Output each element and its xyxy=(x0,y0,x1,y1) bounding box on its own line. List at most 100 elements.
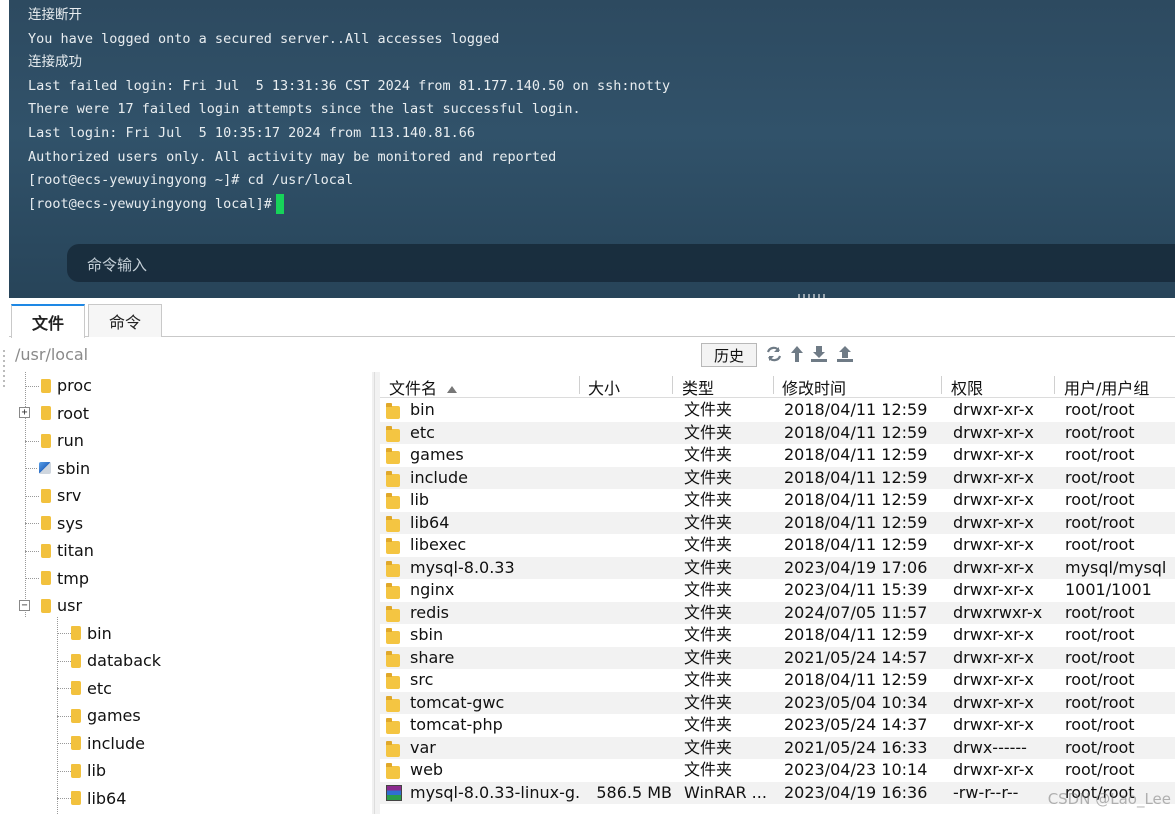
file-owner: root/root xyxy=(1065,422,1135,442)
file-permissions: drwxr-xr-x xyxy=(953,422,1034,442)
file-modified: 2023/04/23 10:14 xyxy=(784,760,928,779)
tree-item[interactable]: srv xyxy=(41,482,81,510)
tree-item-label: etc xyxy=(87,678,112,698)
table-row[interactable]: mysql-8.0.33 文件夹 2023/04/19 17:06 drwxr-… xyxy=(380,556,1175,580)
file-permissions: drwxrwxr-x xyxy=(953,602,1043,622)
table-row[interactable]: redis 文件夹 2024/07/05 11:57 drwxrwxr-x ro… xyxy=(380,601,1175,624)
file-size xyxy=(580,759,672,782)
column-header-type[interactable]: 类型 xyxy=(682,375,714,399)
table-row[interactable]: tomcat-gwc 文件夹 2023/05/04 10:34 drwxr-xr… xyxy=(380,691,1175,714)
file-name: tomcat-gwc xyxy=(410,692,505,712)
column-separator[interactable] xyxy=(1054,376,1055,394)
tree-item-label: sbin xyxy=(57,458,91,478)
file-name: nginx xyxy=(410,580,455,599)
terminal-cursor xyxy=(275,193,284,214)
column-separator[interactable] xyxy=(773,376,774,394)
file-owner: root/root xyxy=(1065,625,1135,644)
tree-item[interactable]: lib xyxy=(71,757,106,785)
file-modified: 2018/04/11 12:59 xyxy=(784,512,928,532)
file-size xyxy=(580,737,672,760)
tree-item[interactable]: sbin xyxy=(39,455,90,483)
table-row[interactable]: src 文件夹 2018/04/11 12:59 drwxr-xr-x root… xyxy=(380,669,1175,692)
file-owner: root/root xyxy=(1065,467,1135,487)
file-list[interactable]: 文件名 大小 类型 修改时间 权限 用户/用户组 bin 文件夹 2018/04… xyxy=(380,372,1175,814)
tree-guide xyxy=(25,523,39,524)
terminal-panel[interactable]: 连接断开 You have logged onto a secured serv… xyxy=(0,0,1175,298)
column-header-owner[interactable]: 用户/用户组 xyxy=(1064,375,1149,399)
table-row[interactable]: nginx 文件夹 2023/04/11 15:39 drwxr-xr-x 10… xyxy=(380,579,1175,602)
folder-icon xyxy=(41,598,51,613)
tree-item[interactable]: tmp xyxy=(41,565,89,593)
tree-item[interactable]: bin xyxy=(71,620,112,648)
tree-guide xyxy=(57,743,71,744)
history-button[interactable]: 历史 xyxy=(701,343,757,367)
tree-guide xyxy=(25,441,39,442)
file-modified: 2018/04/11 12:59 xyxy=(784,445,928,464)
tree-item[interactable]: usr xyxy=(41,592,82,620)
column-header-modified[interactable]: 修改时间 xyxy=(782,375,846,399)
tree-item[interactable]: lib64 xyxy=(71,785,126,813)
file-name: bin xyxy=(410,400,435,419)
tree-guide xyxy=(57,771,71,772)
command-input-bar[interactable]: 命令输入 xyxy=(67,244,1175,282)
tree-item[interactable]: sys xyxy=(41,510,83,538)
table-row[interactable]: sbin 文件夹 2018/04/11 12:59 drwxr-xr-x roo… xyxy=(380,624,1175,647)
folder-icon xyxy=(386,650,400,667)
table-row[interactable]: share 文件夹 2021/05/24 14:57 drwxr-xr-x ro… xyxy=(380,646,1175,669)
column-header-name[interactable]: 文件名 xyxy=(389,375,458,399)
tab-file[interactable]: 文件 xyxy=(11,304,85,338)
left-edge-handle[interactable] xyxy=(3,350,5,390)
splitter-handle[interactable] xyxy=(798,294,828,298)
command-input[interactable]: 命令输入 xyxy=(87,254,147,275)
file-permissions: drwxr-xr-x xyxy=(953,445,1034,464)
file-type: 文件夹 xyxy=(684,715,733,734)
tree-item[interactable]: etc xyxy=(71,675,112,703)
upload-icon[interactable] xyxy=(835,344,855,364)
directory-tree[interactable]: proc + root run sbin srv sys titan tmp −… xyxy=(9,372,375,814)
column-separator[interactable] xyxy=(579,376,580,394)
tree-item[interactable]: databack xyxy=(71,647,161,675)
file-type: 文件夹 xyxy=(684,580,733,599)
column-header-label: 文件名 xyxy=(389,379,438,398)
arrow-up-icon[interactable] xyxy=(787,344,807,364)
path-input[interactable]: /usr/local xyxy=(15,345,88,364)
file-name: lib xyxy=(410,490,430,509)
column-header-permissions[interactable]: 权限 xyxy=(951,375,983,399)
file-type: 文件夹 xyxy=(684,535,733,554)
tree-item[interactable]: run xyxy=(41,427,84,455)
collapse-icon[interactable]: − xyxy=(19,600,30,611)
file-size xyxy=(580,557,672,580)
file-size xyxy=(580,534,672,557)
tree-item-label: titan xyxy=(57,541,94,561)
table-row[interactable]: lib64 文件夹 2018/04/11 12:59 drwxr-xr-x ro… xyxy=(380,511,1175,534)
folder-icon xyxy=(386,470,400,487)
tree-item[interactable]: include xyxy=(71,730,145,758)
tree-guide xyxy=(57,716,71,717)
download-icon[interactable] xyxy=(809,344,829,364)
column-header-size[interactable]: 大小 xyxy=(588,375,620,399)
tree-item[interactable]: titan xyxy=(41,537,94,565)
tab-command[interactable]: 命令 xyxy=(88,304,162,337)
file-permissions: -rw-r--r-- xyxy=(953,782,1019,802)
folder-icon xyxy=(386,448,400,464)
tree-item[interactable]: proc xyxy=(41,372,92,400)
expand-icon[interactable]: + xyxy=(19,407,30,418)
table-row[interactable]: libexec 文件夹 2018/04/11 12:59 drwxr-xr-x … xyxy=(380,534,1175,557)
column-separator[interactable] xyxy=(941,376,942,394)
column-separator[interactable] xyxy=(672,376,673,394)
table-row[interactable]: var 文件夹 2021/05/24 16:33 drwx------ root… xyxy=(380,736,1175,760)
refresh-icon[interactable] xyxy=(764,344,784,364)
file-permissions: drwxr-xr-x xyxy=(953,580,1034,599)
tree-item[interactable]: games xyxy=(71,702,141,730)
table-row[interactable]: tomcat-php 文件夹 2023/05/24 14:37 drwxr-xr… xyxy=(380,714,1175,737)
table-row[interactable]: include 文件夹 2018/04/11 12:59 drwxr-xr-x … xyxy=(380,466,1175,489)
table-row[interactable]: lib 文件夹 2018/04/11 12:59 drwxr-xr-x root… xyxy=(380,489,1175,512)
tree-item[interactable]: root xyxy=(41,400,89,428)
file-type: 文件夹 xyxy=(684,670,733,689)
table-row[interactable]: web 文件夹 2023/04/23 10:14 drwxr-xr-x root… xyxy=(380,759,1175,782)
table-row[interactable]: etc 文件夹 2018/04/11 12:59 drwxr-xr-x root… xyxy=(380,421,1175,444)
table-row[interactable]: games 文件夹 2018/04/11 12:59 drwxr-xr-x ro… xyxy=(380,444,1175,467)
file-type: 文件夹 xyxy=(684,512,733,532)
table-row[interactable]: bin 文件夹 2018/04/11 12:59 drwxr-xr-x root… xyxy=(380,399,1175,422)
terminal-line: You have logged onto a secured server..A… xyxy=(28,30,500,47)
